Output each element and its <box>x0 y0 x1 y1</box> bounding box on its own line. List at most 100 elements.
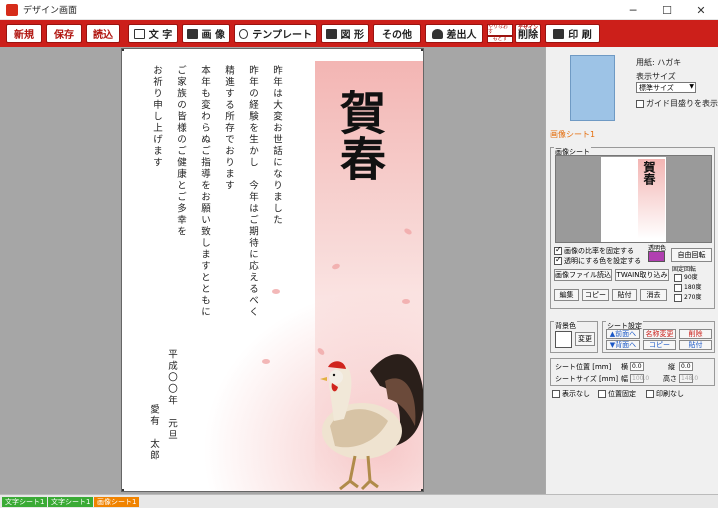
paper-thumbnail <box>570 55 615 121</box>
sheet-settings-group: シート設定 ▲前面へ ▼背面へ 名称変更 コピー 削除 貼付 <box>602 321 715 353</box>
no-print-row[interactable]: 印刷なし <box>646 389 684 399</box>
rotate-180-checkbox[interactable] <box>674 283 682 292</box>
new-button[interactable]: 新規 <box>6 24 42 43</box>
main-toolbar: 新規 保存 読込 文 字 画 像 テンプレート 図 形 その他 差出人 やりなお… <box>0 20 718 47</box>
greeting-line-2[interactable]: 昨年の経験を生かし 今年はご期待に応えるべく <box>245 65 259 318</box>
sheet-width-input[interactable]: 100.0 <box>630 374 649 383</box>
template-button[interactable]: テンプレート <box>234 24 317 43</box>
transparent-color-swatch[interactable] <box>648 251 665 262</box>
title-bar: デザイン画面 ─ ☐ ✕ <box>0 0 718 20</box>
resize-handle[interactable] <box>122 489 124 491</box>
other-button[interactable]: その他 <box>373 24 421 43</box>
petal-decoration <box>272 289 280 294</box>
erase-button[interactable]: 消去 <box>640 289 667 301</box>
camera-icon <box>187 28 198 39</box>
close-button[interactable]: ✕ <box>684 0 718 20</box>
sheet-copy-button[interactable]: コピー <box>643 340 676 350</box>
redo-button[interactable]: もどす <box>487 36 513 43</box>
display-size-select[interactable]: 標準サイズ ▼ <box>636 82 696 93</box>
display-size-label: 表示サイズ <box>636 72 676 81</box>
sheet-geometry-group: シート位置 [mm] 横 0.0 縦 0.0 シートサイズ [mm] 幅 100… <box>550 358 715 386</box>
sheet-tab-text-2[interactable]: 文字シート1 <box>48 497 94 507</box>
rotate-270-row[interactable]: 270度 <box>674 292 701 302</box>
greeting-line-3[interactable]: 精進する所存でおります <box>221 65 235 192</box>
no-print-checkbox[interactable] <box>646 390 654 398</box>
design-delete-button[interactable]: デザイン 削除 <box>515 24 541 43</box>
design-canvas-area: 賀春 昨年は大変お世話になりました 昨年の経験を生かし 今年はご期待に応えるべく… <box>0 47 545 494</box>
sheet-tab-image-1[interactable]: 画像シート1 <box>94 497 140 507</box>
hide-row[interactable]: 表示なし <box>552 389 590 399</box>
maximize-button[interactable]: ☐ <box>650 0 684 20</box>
guide-checkbox-row[interactable]: ガイド目盛りを表示 <box>636 98 718 109</box>
paper-label: 用紙: ハガキ <box>636 58 682 67</box>
preview-greeting: 賀春 <box>642 161 656 185</box>
rotate-90-checkbox[interactable] <box>674 273 682 282</box>
copy-button[interactable]: コピー <box>582 289 609 301</box>
bg-change-button[interactable]: 変更 <box>575 332 595 346</box>
bg-color-swatch[interactable] <box>555 331 572 348</box>
twain-button[interactable]: TWAIN取り込み <box>615 269 669 281</box>
send-back-button[interactable]: ▼背面へ <box>606 340 640 350</box>
fix-pos-checkbox[interactable] <box>598 390 606 398</box>
bg-color-group: 背景色 変更 <box>550 321 598 353</box>
rotate-180-row[interactable]: 180度 <box>674 282 701 292</box>
undo-redo-group: やりなおす もどす <box>487 24 513 43</box>
print-button[interactable]: 印 刷 <box>545 24 600 43</box>
postcard-page[interactable]: 賀春 昨年は大変お世話になりました 昨年の経験を生かし 今年はご期待に応えるべく… <box>121 48 424 492</box>
text-button[interactable]: 文 字 <box>128 24 178 43</box>
rotate-270-checkbox[interactable] <box>674 293 682 302</box>
sheet-y-input[interactable]: 0.0 <box>679 362 693 371</box>
fix-pos-row[interactable]: 位置固定 <box>598 389 636 399</box>
sender-button[interactable]: 差出人 <box>425 24 483 43</box>
bring-front-button[interactable]: ▲前面へ <box>606 329 640 339</box>
app-icon <box>6 3 18 16</box>
transparent-checkbox[interactable] <box>554 255 562 265</box>
sender-line[interactable]: 愛有 太郎 <box>146 404 160 462</box>
preview-paper: 賀春 <box>601 157 666 242</box>
shape-icon <box>326 28 337 39</box>
paste-button[interactable]: 貼付 <box>612 289 637 301</box>
sheet-tab-text-1[interactable]: 文字シート1 <box>2 497 48 507</box>
sheet-x-input[interactable]: 0.0 <box>630 362 644 371</box>
image-preview: 賀春 <box>555 155 712 243</box>
greeting-calligraphy[interactable]: 賀春 <box>332 89 388 181</box>
text-icon <box>133 28 145 39</box>
resize-handle[interactable] <box>421 49 423 51</box>
greeting-line-1[interactable]: 昨年は大変お世話になりました <box>269 65 283 226</box>
image-sheet-title: 画像シート1 <box>550 130 596 139</box>
sheet-tab-bar: 文字シート1 文字シート1 画像シート1 <box>0 494 718 508</box>
image-button[interactable]: 画 像 <box>182 24 230 43</box>
rename-button[interactable]: 名称変更 <box>643 329 676 339</box>
load-image-file-button[interactable]: 画像ファイル読込 <box>554 269 612 281</box>
person-icon <box>431 28 443 39</box>
sheet-height-input[interactable]: 148.0 <box>679 374 698 383</box>
shape-button[interactable]: 図 形 <box>321 24 369 43</box>
fix-ratio-row[interactable]: 画像の比率を固定する <box>554 245 634 256</box>
rotate-90-row[interactable]: 90度 <box>674 272 698 282</box>
greeting-line-5[interactable]: ご家族の皆様のご健康とご多幸を <box>173 65 187 238</box>
guide-checkbox[interactable] <box>636 99 644 108</box>
resize-handle[interactable] <box>421 489 423 491</box>
printer-icon <box>553 28 565 39</box>
save-button[interactable]: 保存 <box>46 24 82 43</box>
load-button[interactable]: 読込 <box>86 24 120 43</box>
undo-button[interactable]: やりなおす <box>487 24 513 36</box>
minimize-button[interactable]: ─ <box>616 0 650 20</box>
greeting-line-6[interactable]: お祈り申し上げます <box>149 65 163 169</box>
rooster-illustration[interactable] <box>300 331 424 491</box>
date-line[interactable]: 平成〇〇年 元旦 <box>164 349 178 441</box>
image-sheet-group: 画像シート 賀春 画像の比率を固定する 透明にする色を設定する 透明色 自由回転… <box>550 147 715 309</box>
greeting-line-4[interactable]: 本年も変わらぬご指導をお願い致しますとともに <box>197 65 211 318</box>
petal-decoration <box>262 359 270 364</box>
petal-decoration <box>402 299 410 304</box>
resize-handle[interactable] <box>122 49 124 51</box>
edit-button[interactable]: 編集 <box>554 289 579 301</box>
transparent-row[interactable]: 透明にする色を設定する <box>554 255 641 266</box>
window-controls: ─ ☐ ✕ <box>616 0 718 20</box>
sheet-delete-button[interactable]: 削除 <box>679 329 712 339</box>
hide-checkbox[interactable] <box>552 390 560 398</box>
free-rotate-button[interactable]: 自由回転 <box>671 248 712 262</box>
sheet-paste-button[interactable]: 貼付 <box>679 340 712 350</box>
window-title: デザイン画面 <box>23 6 78 16</box>
fix-ratio-checkbox[interactable] <box>554 245 562 255</box>
